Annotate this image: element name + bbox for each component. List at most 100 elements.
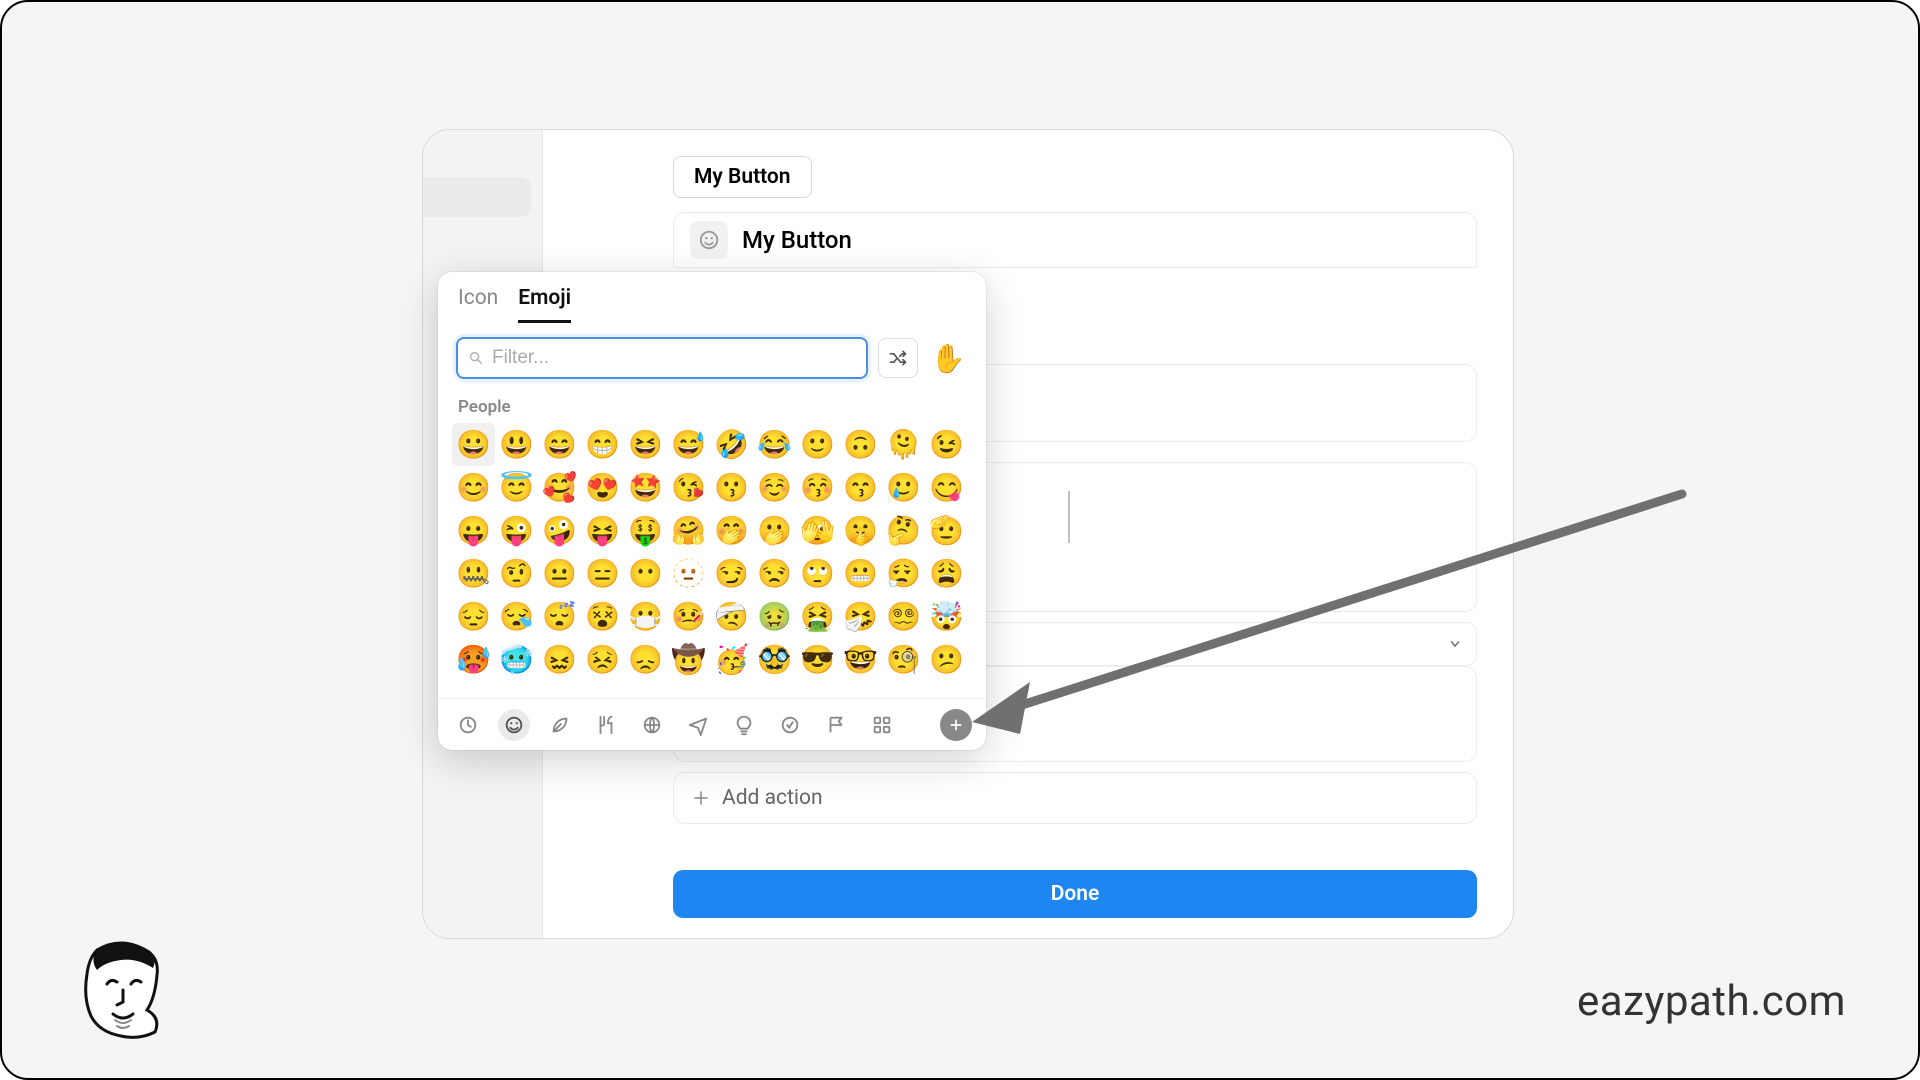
emoji-cell[interactable]: 😋: [925, 466, 968, 509]
emoji-cell[interactable]: 😁: [581, 423, 624, 466]
emoji-cell[interactable]: 😕: [925, 638, 968, 681]
emoji-cell[interactable]: 😇: [495, 466, 538, 509]
emoji-cell[interactable]: 🥳: [710, 638, 753, 681]
emoji-cell[interactable]: 🥰: [538, 466, 581, 509]
emoji-cell[interactable]: 😊: [452, 466, 495, 509]
emoji-cell[interactable]: 🤢: [753, 595, 796, 638]
emoji-cell[interactable]: 🤗: [667, 509, 710, 552]
emoji-cell[interactable]: 😅: [667, 423, 710, 466]
emoji-cell[interactable]: 😛: [452, 509, 495, 552]
emoji-cell[interactable]: ☺️: [753, 466, 796, 509]
emoji-cell[interactable]: 😔: [452, 595, 495, 638]
add-custom-button[interactable]: [940, 709, 972, 741]
emoji-cell[interactable]: 😪: [495, 595, 538, 638]
category-travel-button[interactable]: [682, 709, 714, 741]
emoji-cell[interactable]: 🤪: [538, 509, 581, 552]
emoji-cell[interactable]: 😀: [452, 423, 495, 466]
emoji-cell[interactable]: 🙃: [839, 423, 882, 466]
emoji-cell[interactable]: 🤨: [495, 552, 538, 595]
emoji-cell[interactable]: 😷: [624, 595, 667, 638]
emoji-search-input[interactable]: [492, 347, 856, 369]
emoji-cell[interactable]: 🤕: [710, 595, 753, 638]
emoji-cell[interactable]: 😙: [839, 466, 882, 509]
emoji-cell[interactable]: 😗: [710, 466, 753, 509]
flags-icon: [825, 714, 847, 736]
category-smiley-button[interactable]: [498, 709, 530, 741]
emoji-cell[interactable]: 😩: [925, 552, 968, 595]
emoji-cell[interactable]: 🫣: [796, 509, 839, 552]
emoji-cell[interactable]: 🤔: [882, 509, 925, 552]
emoji-cell[interactable]: 😎: [796, 638, 839, 681]
category-food-button[interactable]: [590, 709, 622, 741]
emoji-cell[interactable]: 🧐: [882, 638, 925, 681]
emoji-cell[interactable]: 🤫: [839, 509, 882, 552]
category-clock-button[interactable]: [452, 709, 484, 741]
emoji-cell[interactable]: 😣: [581, 638, 624, 681]
emoji-cell[interactable]: 🤠: [667, 638, 710, 681]
emoji-cell[interactable]: 😏: [710, 552, 753, 595]
emoji-cell[interactable]: 🤧: [839, 595, 882, 638]
emoji-cell[interactable]: 🫥: [667, 552, 710, 595]
tab-icon[interactable]: Icon: [458, 286, 498, 323]
category-leaf-button[interactable]: [544, 709, 576, 741]
emoji-cell[interactable]: 😂: [753, 423, 796, 466]
emoji-cell[interactable]: 😵‍💫: [882, 595, 925, 638]
emoji-cell[interactable]: 🥸: [753, 638, 796, 681]
emoji-cell[interactable]: 🫢: [753, 509, 796, 552]
done-button[interactable]: Done: [673, 870, 1477, 918]
emoji-cell[interactable]: 🤑: [624, 509, 667, 552]
category-flags-button[interactable]: [820, 709, 852, 741]
category-grid-button[interactable]: [866, 709, 898, 741]
emoji-cell[interactable]: 😘: [667, 466, 710, 509]
emoji-cell[interactable]: 😒: [753, 552, 796, 595]
emoji-cell[interactable]: 🥲: [882, 466, 925, 509]
emoji-cell[interactable]: 😞: [624, 638, 667, 681]
emoji-cell[interactable]: 🫡: [925, 509, 968, 552]
emoji-cell[interactable]: 😖: [538, 638, 581, 681]
emoji-cell[interactable]: 😆: [624, 423, 667, 466]
add-action-label: Add action: [722, 786, 823, 810]
emoji-cell[interactable]: 😃: [495, 423, 538, 466]
emoji-cell[interactable]: 😮‍💨: [882, 552, 925, 595]
emoji-cell[interactable]: 🤩: [624, 466, 667, 509]
emoji-cell[interactable]: 🤓: [839, 638, 882, 681]
shuffle-button[interactable]: [878, 338, 918, 378]
category-sports-button[interactable]: [636, 709, 668, 741]
emoji-cell[interactable]: 😴: [538, 595, 581, 638]
emoji-cell[interactable]: 🥵: [452, 638, 495, 681]
smiley-icon: [503, 714, 525, 736]
emoji-cell[interactable]: 😉: [925, 423, 968, 466]
emoji-cell[interactable]: 😚: [796, 466, 839, 509]
emoji-section-header: People: [438, 391, 986, 423]
emoji-row: 😊😇🥰😍🤩😘😗☺️😚😙🥲😋: [452, 466, 972, 509]
emoji-cell[interactable]: 😄: [538, 423, 581, 466]
emoji-cell[interactable]: 😑: [581, 552, 624, 595]
icon-picker-trigger[interactable]: [690, 221, 728, 259]
emoji-cell[interactable]: 🤯: [925, 595, 968, 638]
emoji-cell[interactable]: 🫠: [882, 423, 925, 466]
emoji-search-box[interactable]: [456, 337, 868, 379]
emoji-cell[interactable]: 🙂: [796, 423, 839, 466]
emoji-cell[interactable]: 🤣: [710, 423, 753, 466]
emoji-cell[interactable]: 🤒: [667, 595, 710, 638]
emoji-cell[interactable]: 🤭: [710, 509, 753, 552]
emoji-cell[interactable]: 🤮: [796, 595, 839, 638]
emoji-cell[interactable]: 😝: [581, 509, 624, 552]
add-action-button[interactable]: Add action: [673, 772, 1477, 824]
emoji-cell[interactable]: 😍: [581, 466, 624, 509]
emoji-cell[interactable]: 😬: [839, 552, 882, 595]
emoji-cell[interactable]: 😐: [538, 552, 581, 595]
clock-icon: [457, 714, 479, 736]
tab-emoji[interactable]: Emoji: [518, 286, 571, 323]
emoji-cell[interactable]: 😜: [495, 509, 538, 552]
button-name-chip[interactable]: My Button: [673, 156, 812, 198]
category-objects-button[interactable]: [728, 709, 760, 741]
category-symbols-button[interactable]: [774, 709, 806, 741]
current-skintone-emoji[interactable]: ✋: [928, 338, 968, 378]
emoji-cell[interactable]: 🙄: [796, 552, 839, 595]
sidebar-selected-item[interactable]: [423, 177, 531, 217]
emoji-cell[interactable]: 😵: [581, 595, 624, 638]
emoji-cell[interactable]: 🤐: [452, 552, 495, 595]
emoji-cell[interactable]: 🥶: [495, 638, 538, 681]
emoji-cell[interactable]: 😶: [624, 552, 667, 595]
